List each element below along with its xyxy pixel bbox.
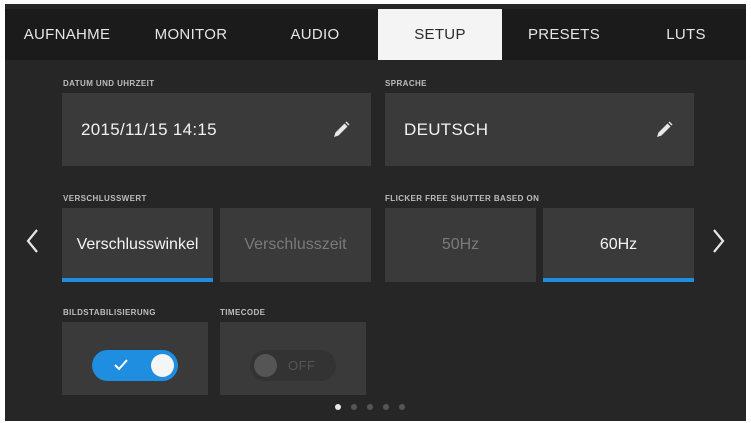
stabilization-label: BILDSTABILISIERUNG [63, 308, 156, 317]
selected-indicator [62, 278, 213, 282]
tab-bar: AUFNAHME MONITOR AUDIO SETUP PRESETS LUT… [5, 9, 746, 60]
chevron-left-icon[interactable] [24, 226, 42, 256]
tab-audio[interactable]: AUDIO [253, 9, 377, 60]
shutter-label: VERSCHLUSSWERT [63, 194, 147, 203]
chevron-right-icon[interactable] [709, 226, 727, 256]
flicker-50hz-option[interactable]: 50Hz [385, 208, 536, 282]
timecode-state: OFF [288, 358, 316, 373]
date-time-field[interactable]: 2015/11/15 14:15 [62, 93, 371, 166]
tab-setup[interactable]: SETUP [378, 9, 502, 60]
checkmark-icon [114, 359, 128, 371]
toggle-knob [254, 354, 277, 377]
date-time-label: DATUM UND UHRZEIT [63, 79, 155, 88]
pagination-dots [335, 404, 405, 410]
shutter-angle-label: Verschlusswinkel [76, 236, 199, 253]
toggle-knob [151, 354, 174, 377]
stabilization-panel [62, 322, 208, 395]
flicker-label: FLICKER FREE SHUTTER BASED ON [385, 194, 540, 203]
flicker-60hz-label: 60Hz [599, 236, 638, 253]
page-dot[interactable] [399, 404, 405, 410]
date-time-value: 2015/11/15 14:15 [81, 119, 217, 139]
flicker-50hz-label: 50Hz [441, 236, 480, 253]
selected-indicator [543, 278, 694, 282]
tab-luts[interactable]: LUTS [626, 9, 746, 60]
tab-aufnahme[interactable]: AUFNAHME [5, 9, 129, 60]
language-value: DEUTSCH [404, 119, 489, 139]
page-dot[interactable] [351, 404, 357, 410]
timecode-panel: OFF [220, 322, 366, 395]
setup-screen: AUFNAHME MONITOR AUDIO SETUP PRESETS LUT… [5, 4, 746, 421]
language-field[interactable]: DEUTSCH [385, 93, 694, 166]
tab-presets[interactable]: PRESETS [502, 9, 626, 60]
pencil-icon[interactable] [654, 120, 674, 140]
stabilization-toggle[interactable] [92, 350, 178, 381]
timecode-toggle[interactable]: OFF [250, 350, 336, 381]
page-dot[interactable] [335, 404, 341, 410]
flicker-60hz-option[interactable]: 60Hz [543, 208, 694, 282]
page-dot[interactable] [383, 404, 389, 410]
language-label: SPRACHE [385, 79, 427, 88]
shutter-speed-label: Verschlusszeit [244, 236, 347, 253]
timecode-label: TIMECODE [220, 308, 266, 317]
shutter-speed-option[interactable]: Verschlusszeit [220, 208, 371, 282]
page-dot[interactable] [367, 404, 373, 410]
shutter-angle-option[interactable]: Verschlusswinkel [62, 208, 213, 282]
tab-monitor[interactable]: MONITOR [129, 9, 253, 60]
pencil-icon[interactable] [331, 120, 351, 140]
